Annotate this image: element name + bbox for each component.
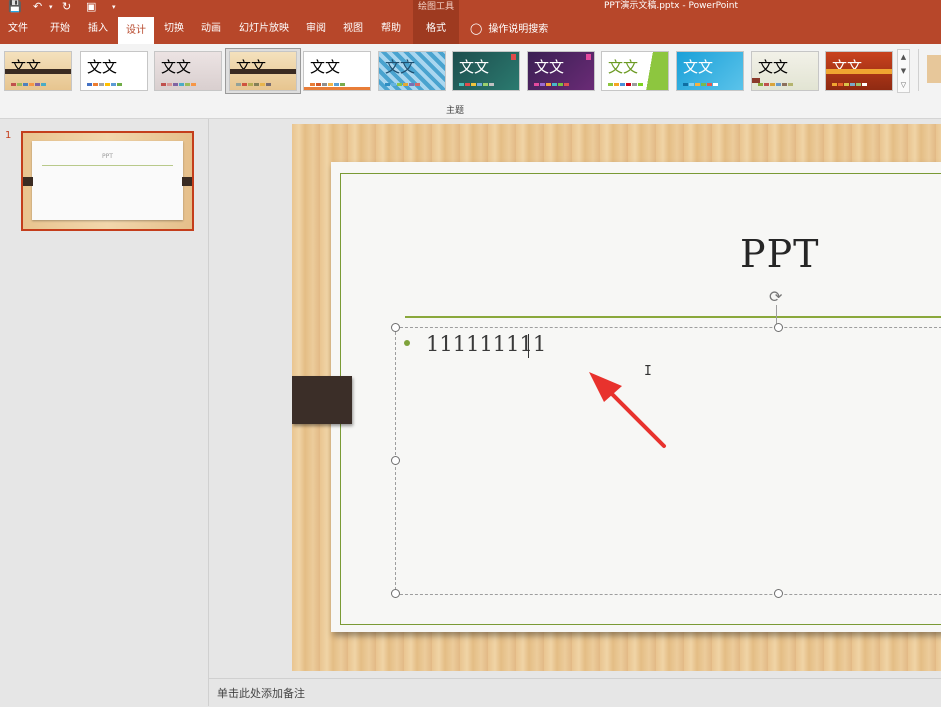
redo-icon[interactable]: ↻ [62, 0, 71, 14]
theme-thumbnail-3[interactable]: 文文 [154, 51, 222, 91]
theme-thumbnail-6[interactable]: 文文 [378, 51, 446, 91]
tab-insert[interactable]: 插入 [86, 14, 110, 44]
tab-transitions[interactable]: 切换 [162, 14, 186, 44]
theme-thumbnail-10[interactable]: 文文 [676, 51, 744, 91]
customize-toolbar-icon[interactable]: ▾ [112, 0, 116, 14]
more-icon[interactable]: ▽ [898, 78, 909, 92]
theme-sample-text: 文文 [758, 58, 789, 76]
tab-animations[interactable]: 动画 [199, 14, 223, 44]
save-icon[interactable]: 💾 [8, 0, 22, 14]
thumbnail-tab-right [182, 177, 192, 186]
tab-home[interactable]: 开始 [48, 14, 72, 44]
theme-thumbnail-5[interactable]: 文文 [303, 51, 371, 91]
red-arrow-annotation [589, 372, 666, 448]
notes-placeholder: 单击此处添加备注 [217, 687, 305, 700]
document-title: PPT演示文稿.pptx - PowerPoint [604, 1, 739, 11]
theme-thumbnail-7[interactable]: 文文 [452, 51, 520, 91]
theme-gallery-scroll[interactable]: ▲ ▼ ▽ [897, 49, 910, 93]
variants-group [918, 49, 941, 91]
tab-review[interactable]: 审阅 [304, 14, 328, 44]
thumbnail-paper: PPT [32, 141, 183, 220]
theme-sample-text: 文文 [534, 58, 565, 76]
theme-sample-text: 文文 [608, 58, 639, 76]
themes-group-label: 主题 [445, 106, 464, 116]
theme-thumbnail-8[interactable]: 文文 [527, 51, 595, 91]
theme-thumbnail-1[interactable]: 文文 [4, 51, 72, 91]
thumbnail-tab-left [23, 177, 33, 186]
scroll-up-icon[interactable]: ▲ [898, 50, 909, 64]
thumbnail-title: PPT [102, 153, 113, 160]
scroll-down-icon[interactable]: ▼ [898, 64, 909, 78]
theme-sample-text: 文文 [87, 58, 118, 76]
tab-slideshow[interactable]: 幻灯片放映 [238, 14, 290, 44]
tab-design[interactable]: 设计 [118, 17, 154, 44]
notes-pane[interactable]: 单击此处添加备注 [209, 678, 941, 707]
title-bar: 💾 ↶ ▾ ↻ ▣ ▾ 绘图工具 PPT演示文稿.pptx - PowerPoi… [0, 0, 941, 14]
present-icon[interactable]: ▣ [86, 0, 96, 14]
slide-editor: PPT ⟳ 111111111 I [209, 119, 941, 678]
theme-sample-text: 文文 [459, 58, 490, 76]
ribbon-design: 文文 文文 文文 文文 文文 文文 文文 文文 文文 文文 文文 文文 ▲ ▼ … [0, 44, 941, 119]
slide-thumbnail-pane: 1 PPT [0, 119, 209, 706]
slide-canvas[interactable]: PPT ⟳ 111111111 I [292, 124, 941, 671]
theme-thumbnail-11[interactable]: 文文 [751, 51, 819, 91]
theme-thumbnail-9[interactable]: 文文 [601, 51, 669, 91]
drawing-tools-context-label: 绘图工具 [413, 0, 459, 14]
undo-icon[interactable]: ↶ [33, 0, 42, 14]
slide-thumbnail[interactable]: PPT [21, 131, 194, 231]
tab-view[interactable]: 视图 [341, 14, 365, 44]
theme-sample-text: 文文 [385, 58, 416, 76]
tab-format[interactable]: 格式 [413, 14, 459, 44]
undo-dropdown-icon[interactable]: ▾ [49, 0, 53, 14]
lightbulb-icon: ◯ [470, 22, 483, 35]
slide-number: 1 [5, 130, 12, 141]
theme-thumbnail-12[interactable]: 文文 [825, 51, 893, 91]
theme-thumbnail-4-current[interactable]: 文文 [229, 51, 297, 91]
tab-help[interactable]: 帮助 [379, 14, 403, 44]
variant-thumbnail[interactable] [927, 55, 941, 83]
theme-sample-text: 文文 [310, 58, 341, 76]
thumbnail-rule [42, 165, 173, 166]
tab-file[interactable]: 文件 [6, 14, 30, 44]
theme-sample-text: 文文 [161, 58, 192, 76]
theme-thumbnail-2[interactable]: 文文 [80, 51, 148, 91]
theme-sample-text: 文文 [683, 58, 714, 76]
ribbon-tabs: 文件 开始 插入 设计 切换 动画 幻灯片放映 审阅 视图 帮助 格式 ◯ 操作说… [0, 14, 941, 44]
tell-me-search[interactable]: ◯ 操作说明搜索 [470, 14, 548, 44]
tell-me-label: 操作说明搜索 [488, 24, 549, 35]
